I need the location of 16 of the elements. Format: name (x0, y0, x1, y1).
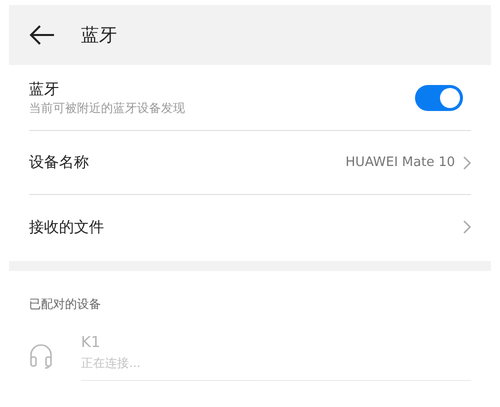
row-label: 接收的文件 (29, 216, 104, 238)
device-name: K1 (81, 332, 102, 353)
page-title: 蓝牙 (81, 24, 117, 48)
setting-description: 当前可被附近的蓝牙设备发现 (29, 100, 185, 116)
row-value: HUAWEI Mate 10 (346, 154, 455, 172)
device-status: 正在连接... (81, 354, 142, 372)
chevron-icon (463, 156, 471, 170)
settings-row[interactable]: 接收的文件 (29, 195, 471, 259)
headset-icon (29, 342, 53, 369)
row-label: 设备名称 (29, 152, 89, 174)
chevron-icon (463, 220, 471, 234)
back-icon[interactable] (29, 25, 55, 45)
setting-label: 蓝牙 (29, 78, 60, 98)
toggle-switch[interactable] (415, 84, 463, 110)
section-heading: 已配对的设备 (29, 296, 102, 313)
settings-row[interactable]: 设备名称 HUAWEI Mate 10 (29, 131, 471, 195)
